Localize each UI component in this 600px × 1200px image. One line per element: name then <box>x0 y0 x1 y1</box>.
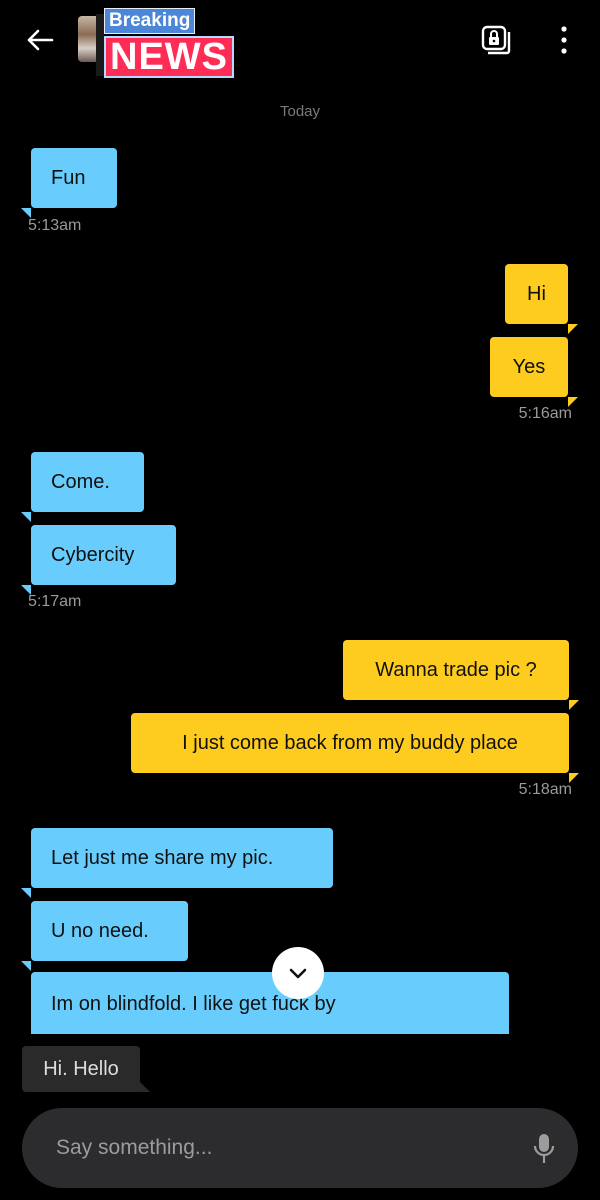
message-text: Hi <box>527 283 546 305</box>
timestamp: 5:18am <box>518 781 572 798</box>
profile-name-logo[interactable]: Breaking NEWS <box>104 8 234 78</box>
more-vertical-icon <box>561 26 567 54</box>
message-incoming[interactable]: U no need. <box>21 901 188 971</box>
timestamp: 5:16am <box>518 405 572 422</box>
brand-top-text: Breaking <box>104 8 196 34</box>
message-incoming[interactable]: Im on blindfold. I like get fuck by <box>31 972 509 1034</box>
message-incoming[interactable]: Let just me share my pic. <box>21 828 333 898</box>
message-incoming[interactable]: Come. <box>21 452 144 522</box>
timestamp: 5:13am <box>28 217 82 234</box>
message-text: Cybercity <box>51 544 135 566</box>
message-text: U no need. <box>51 920 149 942</box>
message-text: Wanna trade pic ? <box>375 659 537 681</box>
message-input[interactable]: Say something... <box>22 1108 578 1188</box>
message-outgoing[interactable]: I just come back from my buddy place <box>131 713 579 783</box>
quick-reply-chip[interactable]: Hi. Hello <box>22 1046 150 1092</box>
microphone-icon <box>533 1134 555 1163</box>
message-text: Fun <box>51 167 86 189</box>
message-incoming[interactable]: Cybercity <box>21 525 176 595</box>
message-input-placeholder: Say something... <box>56 1136 213 1159</box>
more-options-button[interactable] <box>552 22 576 58</box>
date-separator: Today <box>279 103 321 120</box>
message-outgoing[interactable]: Hi <box>505 264 578 334</box>
scroll-to-bottom-button[interactable] <box>272 947 324 999</box>
chevron-down-icon <box>289 968 307 979</box>
quick-reply-label: Hi. Hello <box>43 1058 119 1080</box>
brand-bottom-text: NEWS <box>104 36 234 78</box>
back-button[interactable] <box>22 22 58 58</box>
chat-header: Breaking NEWS <box>0 0 600 90</box>
message-incoming[interactable]: Fun <box>21 148 117 218</box>
message-outgoing[interactable]: Yes <box>490 337 578 407</box>
message-text: I just come back from my buddy place <box>182 732 518 754</box>
message-text: Come. <box>51 471 110 493</box>
message-outgoing[interactable]: Wanna trade pic ? <box>343 640 579 710</box>
album-lock-icon <box>481 25 511 55</box>
message-text: Let just me share my pic. <box>51 847 274 869</box>
arrow-left-icon <box>27 29 54 51</box>
private-album-button[interactable] <box>478 22 514 58</box>
avatar-divider <box>96 14 104 76</box>
voice-button[interactable] <box>532 1132 556 1166</box>
message-text: Im on blindfold. I like get fuck by <box>51 993 336 1015</box>
message-text: Yes <box>512 356 546 378</box>
timestamp: 5:17am <box>28 593 82 610</box>
